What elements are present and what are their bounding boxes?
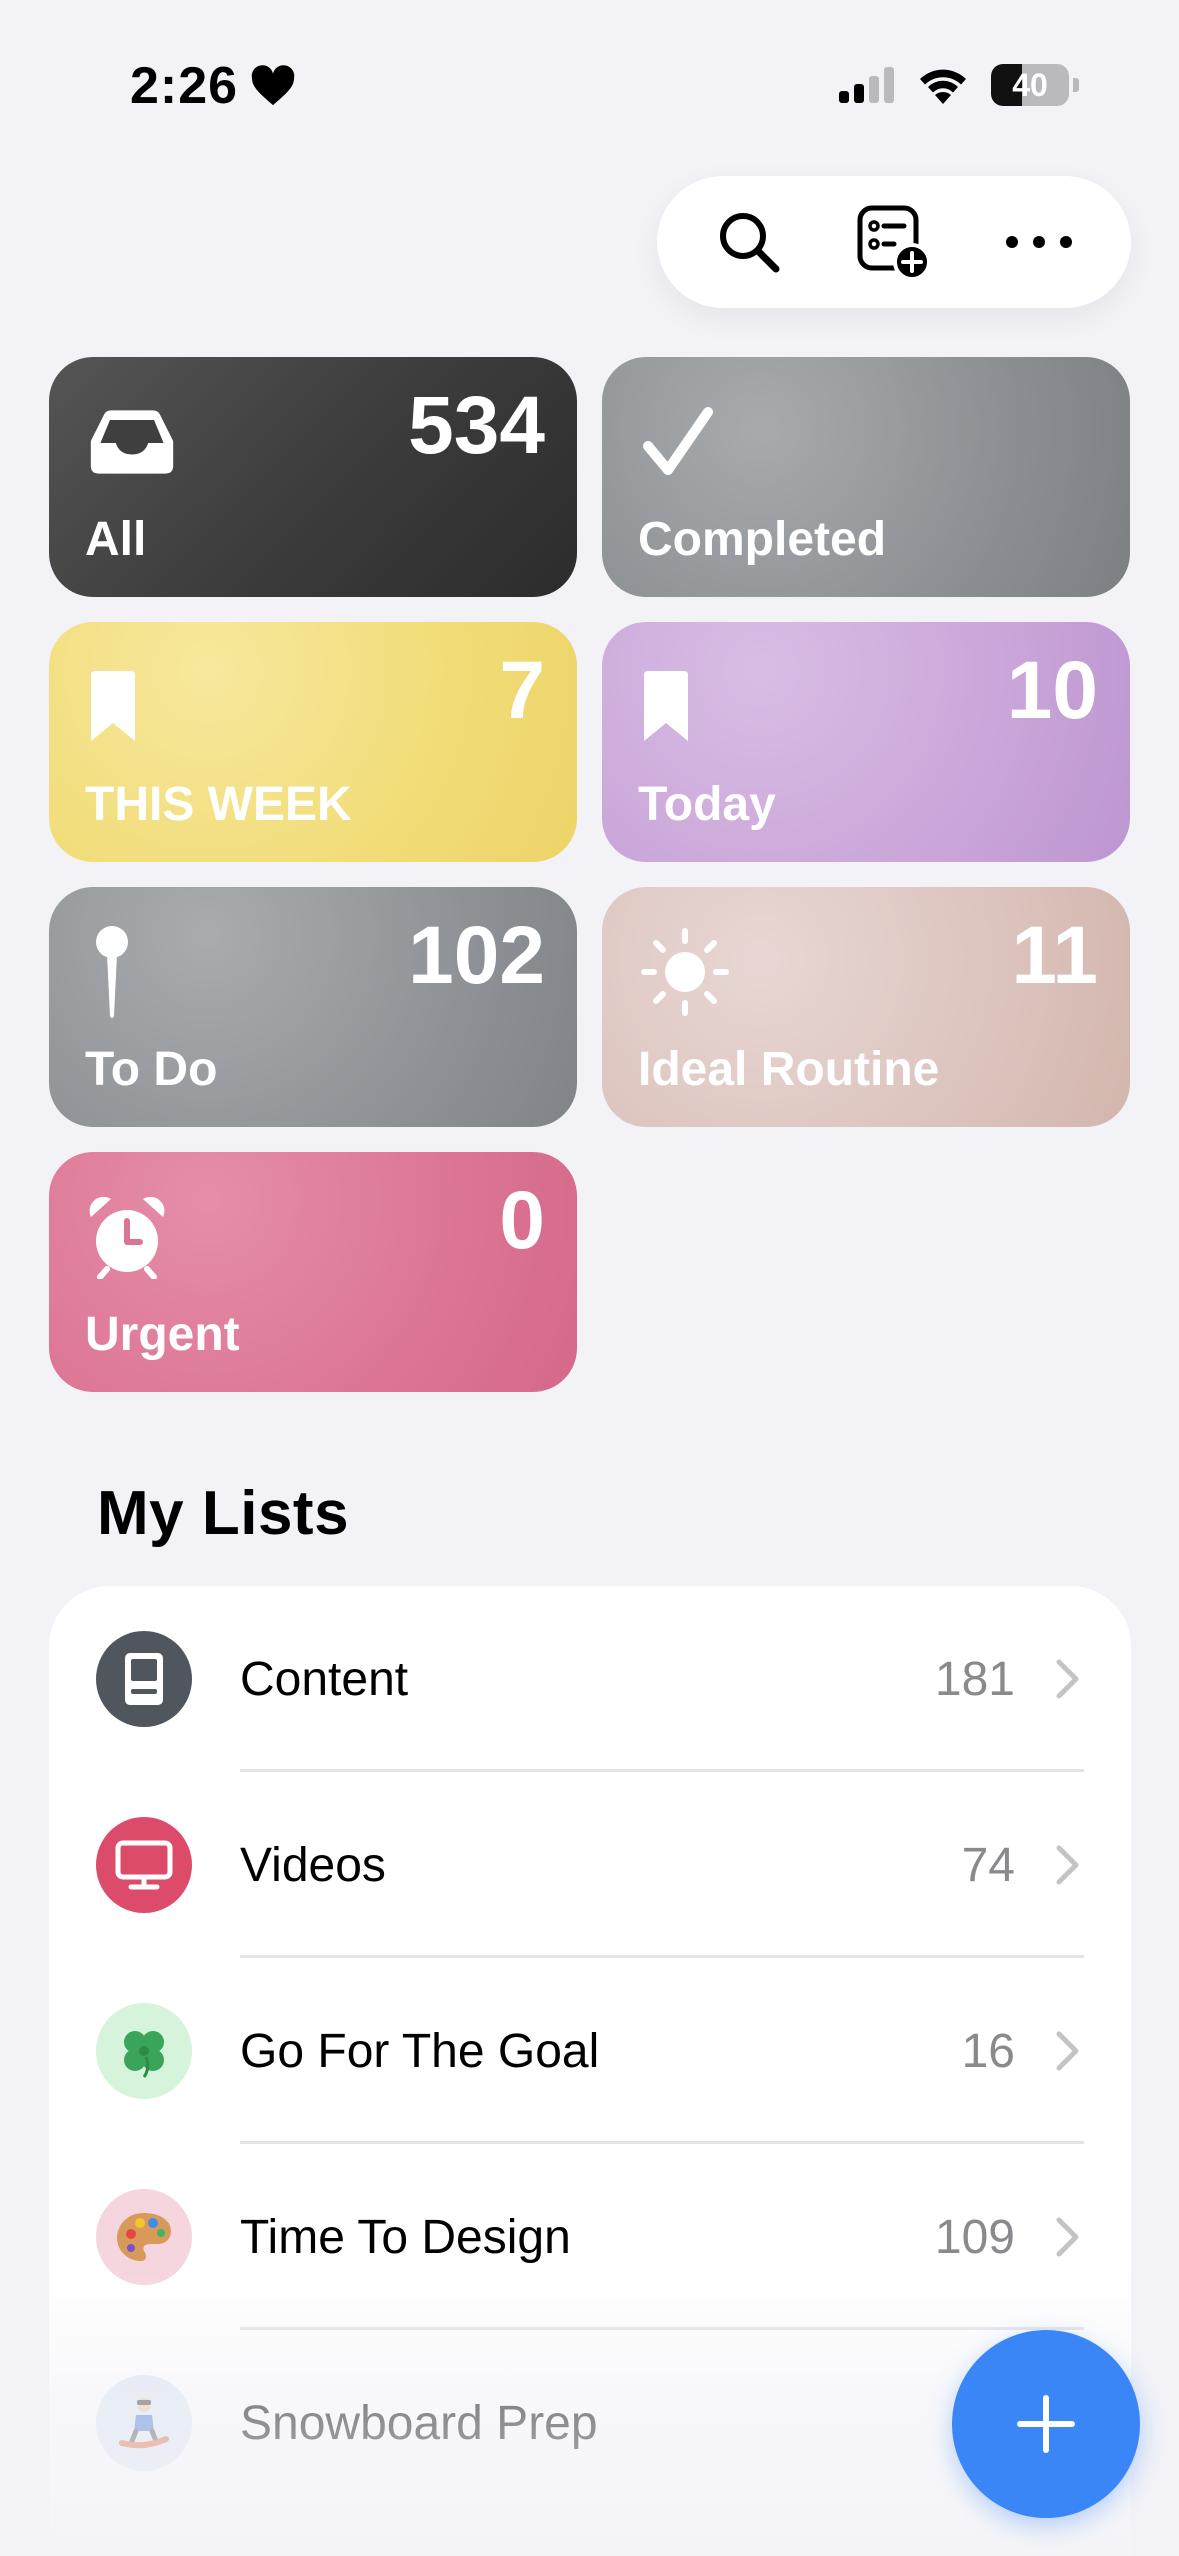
list-item-videos[interactable]: Videos 74	[49, 1772, 1131, 1958]
alarm-clock-icon	[87, 1192, 177, 1282]
smart-list-ideal-routine[interactable]: 11 Ideal Routine	[602, 887, 1130, 1127]
chevron-right-icon	[1056, 1845, 1079, 1885]
smart-list-count: 10	[1006, 645, 1098, 736]
four-leaf-clover-icon	[96, 2003, 192, 2099]
list-item-count: 181	[934, 1652, 1015, 1706]
smart-list-label: All	[85, 513, 147, 566]
smart-list-label: Today	[638, 778, 776, 831]
smart-list-this-week[interactable]: 7 THIS WEEK	[49, 622, 577, 862]
new-list-button[interactable]	[849, 197, 939, 287]
search-button[interactable]	[704, 197, 794, 287]
battery-icon: 40	[991, 64, 1069, 106]
checkmark-icon	[640, 397, 730, 487]
smart-list-label: Ideal Routine	[638, 1043, 940, 1096]
plus-icon	[1017, 2395, 1075, 2453]
list-item-name: Snowboard Prep	[240, 2396, 598, 2450]
list-item-count: 74	[961, 1838, 1015, 1892]
wifi-icon	[920, 69, 966, 104]
sun-icon	[640, 927, 730, 1017]
status-icons: 40	[839, 64, 1079, 106]
status-bar: 2:26 40	[0, 0, 1179, 150]
smart-list-all[interactable]: 534 All	[49, 357, 577, 597]
smart-list-completed[interactable]: Completed	[602, 357, 1130, 597]
smart-list-count: 7	[499, 645, 545, 736]
smart-list-count: 11	[1011, 910, 1098, 1001]
list-item-name: Content	[240, 1652, 409, 1706]
smart-list-label: To Do	[85, 1043, 218, 1096]
list-item-name: Go For The Goal	[240, 2024, 600, 2078]
smart-list-label: Completed	[638, 513, 887, 566]
status-time: 2:26	[130, 56, 296, 116]
smart-list-count: 534	[408, 380, 545, 471]
top-toolbar	[657, 176, 1131, 308]
smart-list-label: THIS WEEK	[85, 778, 352, 831]
smart-list-label: Urgent	[85, 1308, 240, 1361]
bookmark-icon	[640, 662, 730, 752]
tray-icon	[87, 397, 177, 487]
snowboarder-icon	[96, 2375, 192, 2471]
chevron-right-icon	[1056, 2217, 1079, 2257]
palette-icon	[96, 2189, 192, 2285]
smart-list-to-do[interactable]: 102 To Do	[49, 887, 577, 1127]
list-add-icon	[857, 205, 931, 281]
bookmark-icon	[87, 662, 177, 752]
smart-list-urgent[interactable]: 0 Urgent	[49, 1152, 577, 1392]
search-icon	[720, 213, 780, 273]
pin-icon	[87, 926, 177, 1018]
more-button[interactable]	[994, 197, 1084, 287]
list-item-time-to-design[interactable]: Time To Design 109	[49, 2144, 1131, 2330]
cellular-signal-icon	[839, 67, 894, 103]
more-icon	[1005, 236, 1072, 248]
battery-level: 40	[1012, 66, 1048, 103]
list-item-name: Time To Design	[240, 2210, 571, 2264]
smart-list-count: 0	[499, 1175, 545, 1266]
add-reminder-button[interactable]	[952, 2330, 1140, 2518]
list-item-go-for-the-goal[interactable]: Go For The Goal 16	[49, 1958, 1131, 2144]
smart-list-count: 102	[408, 910, 545, 1001]
my-lists-title: My Lists	[97, 1479, 350, 1548]
list-item-count: 109	[934, 2210, 1015, 2264]
computer-icon	[96, 1631, 192, 1727]
list-item-content[interactable]: Content 181	[49, 1586, 1131, 1772]
heart-icon	[251, 65, 295, 106]
smart-list-today[interactable]: 10 Today	[602, 622, 1130, 862]
time-text: 2:26	[130, 57, 239, 115]
list-item-name: Videos	[240, 1838, 386, 1892]
chevron-right-icon	[1056, 1659, 1079, 1699]
display-icon	[96, 1817, 192, 1913]
list-item-count: 16	[961, 2024, 1015, 2078]
chevron-right-icon	[1056, 2031, 1079, 2071]
battery-cap	[1073, 78, 1079, 92]
